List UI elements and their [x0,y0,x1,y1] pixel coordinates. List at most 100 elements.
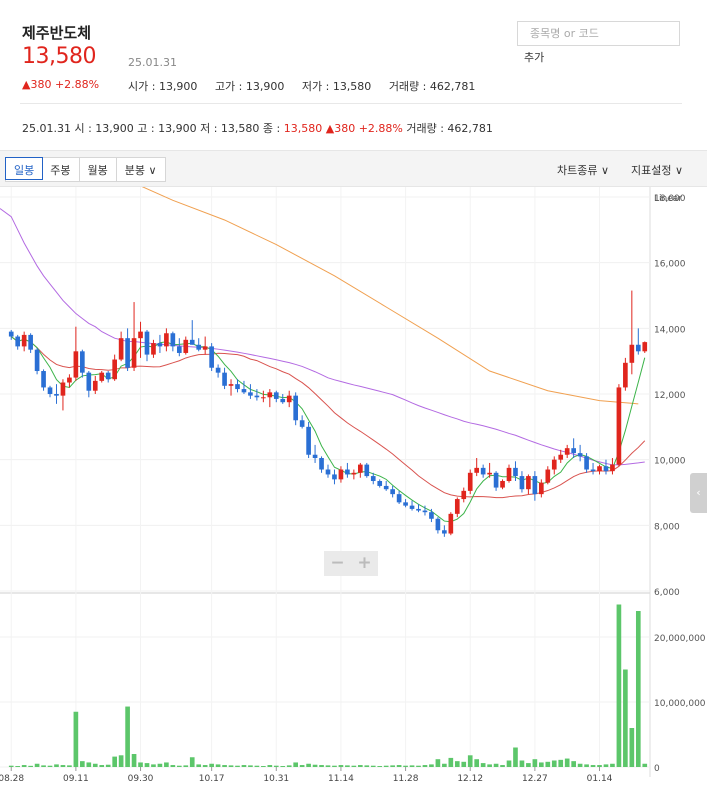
candle-body [474,467,480,473]
price-date: 25.01.31 [128,56,177,69]
candle-body [370,476,376,482]
indicator-settings-dropdown[interactable]: 지표설정 ∨ [631,162,683,178]
volume-bar [409,765,415,767]
price-change: ▲380 +2.88% [22,78,100,91]
candle-body [629,344,635,363]
candle-body [209,346,214,368]
volume-bar [422,765,428,767]
trade-volume: 거래량 : 462,781 [388,80,476,93]
chart-type-dropdown[interactable]: 차트종류 ∨ [557,162,609,178]
volume-bar [241,765,247,767]
volume-bar [590,765,596,767]
candle-body [338,469,344,480]
tab-monthly[interactable]: 월봉 [80,158,117,181]
candle-body [254,395,260,398]
side-panel-toggle[interactable]: ‹ [690,473,707,513]
candle-body [325,469,331,475]
add-button[interactable]: 추가 [520,47,554,67]
volume-bar [73,711,79,767]
candle-body [67,377,72,383]
chart-area[interactable]: 18,000 16,000 14,000 12,000 10,000 8,000 6,000… [0,176,707,798]
stock-header: 제주반도체 13,580 25.01.31 ▲380 +2.88% 시가 : 1… [0,0,707,150]
volume-bar [138,762,143,767]
tab-daily[interactable]: 일봉 [5,157,44,180]
summary-change: ▲380 +2.88% [325,122,403,135]
period-tabs: 일봉 주봉 월봉 분봉 ∨ [5,157,166,182]
candle-body [170,333,176,347]
candle-body [138,331,143,339]
candle-body [176,346,182,353]
candle-body [80,351,85,373]
stock-name: 제주반도체 [22,24,92,42]
volume-bar [105,764,111,767]
candle-body [60,382,66,396]
volume-bar [286,765,292,767]
zoom-out-button[interactable]: − [324,551,351,576]
candle-body [131,338,137,368]
date-tick-label: 09.11 [63,774,89,784]
candle-body [112,359,117,380]
volume-bar [338,765,344,767]
volume-bar [170,765,176,767]
tab-minute[interactable]: 분봉 ∨ [117,158,165,181]
candle-body [526,476,531,490]
candle-body [125,338,130,368]
volume-bar [435,759,441,767]
candle-body [467,472,473,491]
volume-bar [189,757,195,767]
candle-body [506,467,512,482]
candle-body [539,482,544,495]
volume-bar [539,762,544,767]
high-price: 고가 : 13,900 [214,80,285,93]
volume-bar [131,754,137,767]
summary-open: 시 : 13,900 [74,122,134,135]
tab-weekly[interactable]: 주봉 [42,158,80,181]
candle-body [584,456,589,470]
candle-body [21,334,27,347]
summary-date: 25.01.31 [22,122,71,135]
date-tick-label: 09.30 [128,774,154,784]
volume-bar [351,765,357,767]
volume-bar [112,756,117,767]
price-tick-label: 8,000 [654,522,680,532]
candle-body [564,448,570,455]
volume-bar [454,761,460,767]
price-chart[interactable]: 18,00016,00014,00012,00010,0008,0006,000… [0,176,707,798]
candle-body [429,512,434,519]
volume-bar [164,762,169,767]
candle-body [28,334,33,350]
volume-bar [370,765,376,767]
volume-bar [416,765,421,767]
candle-body [642,342,648,352]
volume-bar [474,759,480,767]
candle-body [454,499,460,514]
volume-bar [8,765,14,767]
candle-body [448,513,454,534]
volume-bar [390,765,395,767]
candle-body [73,351,79,378]
volume-bar [215,764,221,767]
candle-body [558,454,564,460]
date-tick-label: 12.12 [457,774,483,784]
price-tick-label: 16,000 [654,260,686,270]
candle-body [377,481,383,486]
volume-bar [293,762,299,767]
volume-bar [209,763,214,767]
candle-body [416,508,421,511]
candle-body [99,372,105,381]
volume-bar [254,765,260,767]
volume-bar [577,763,583,767]
candle-body [157,343,163,347]
volume-bar [235,765,240,767]
candle-body [164,333,169,347]
volume-bar [396,765,402,767]
volume-bar [47,765,53,767]
date-tick-label: 10.17 [199,774,225,784]
zoom-in-button[interactable]: + [351,551,378,576]
chart-toolbar: 일봉 주봉 월봉 분봉 ∨ 차트종류 ∨ 지표설정 ∨ [0,150,707,187]
summary-volume: 거래량 : 462,781 [406,122,493,135]
stock-search-input[interactable] [517,21,680,46]
candle-body [319,458,324,470]
candle-body [345,469,350,475]
volume-bar [228,765,234,767]
